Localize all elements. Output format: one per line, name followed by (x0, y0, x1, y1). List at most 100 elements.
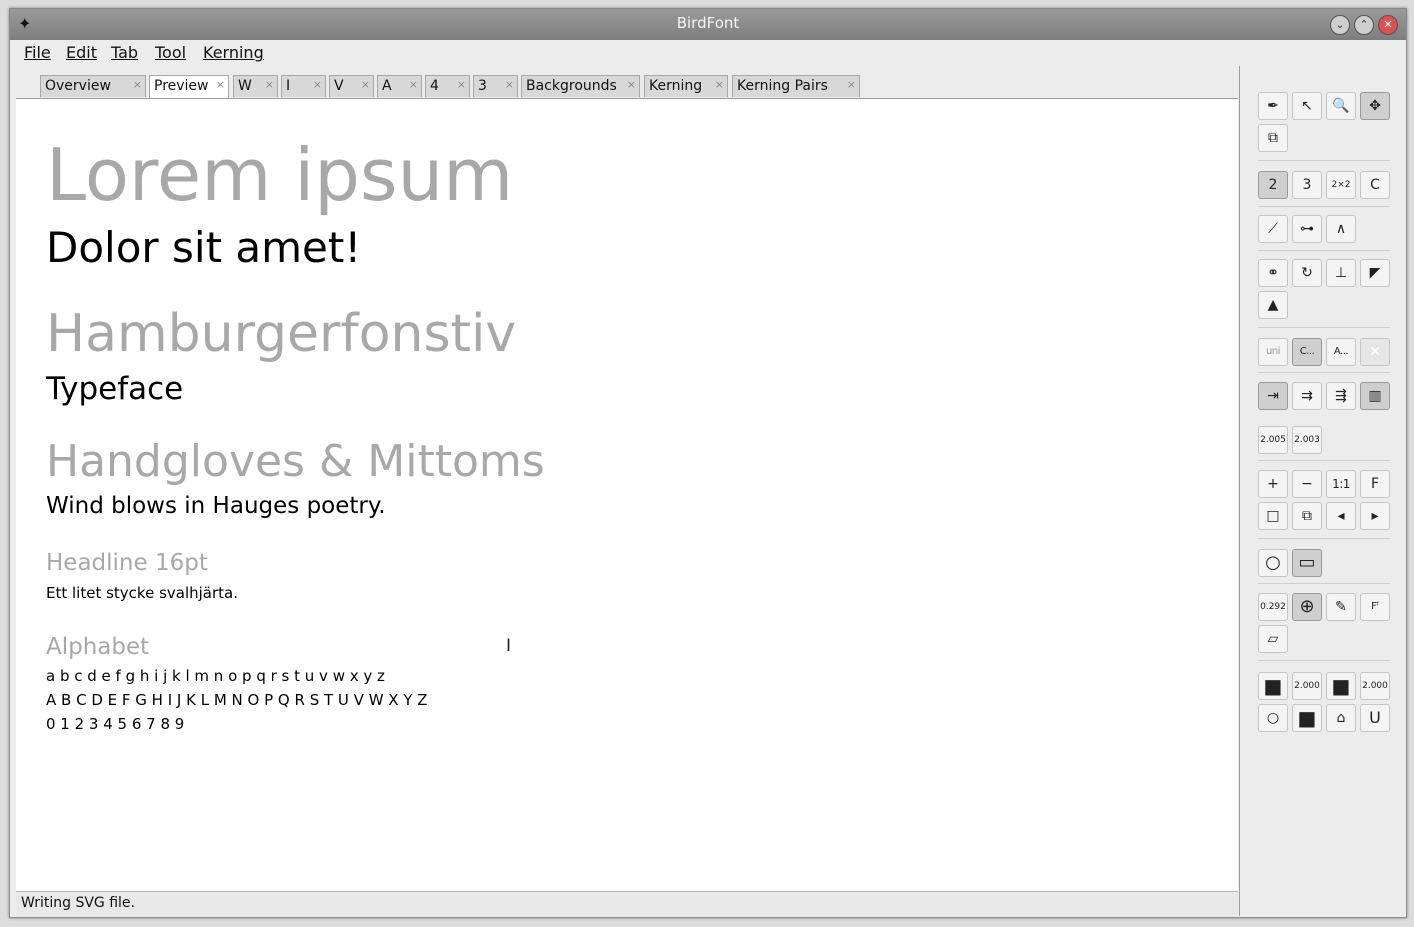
reverse-path-icon[interactable]: ↻ (1292, 259, 1322, 287)
outline-icon[interactable]: ○ (1258, 704, 1288, 732)
toolbox-divider (1258, 460, 1390, 461)
tab-close-icon[interactable]: × (265, 78, 274, 91)
tab-close-icon[interactable]: × (847, 78, 856, 91)
guide-right-icon[interactable]: ⇉ (1292, 382, 1322, 410)
pen-tool-icon[interactable]: ✒ (1258, 92, 1288, 120)
tab-kerning-pairs[interactable]: Kerning Pairs × (732, 75, 860, 97)
handle-curve-icon[interactable]: ∧ (1326, 215, 1356, 243)
move-tool-icon[interactable]: ✥ (1360, 92, 1390, 120)
tab-label: A (382, 78, 392, 94)
eraser-tool-icon[interactable]: ✎ (1326, 593, 1356, 621)
resize-tool-icon[interactable]: ⧉ (1258, 124, 1288, 152)
minimize-button[interactable]: ⌄ (1330, 15, 1350, 35)
knife-tool-icon[interactable]: ▲ (1258, 291, 1288, 319)
zoom-tool-icon[interactable]: 🔍 (1326, 92, 1356, 120)
tab-label: V (334, 78, 344, 94)
link-paths-icon[interactable]: ⚭ (1258, 259, 1288, 287)
zoom-1to1-button[interactable]: 1:1 (1326, 470, 1356, 498)
tab-i[interactable]: I × (281, 75, 326, 97)
preview-line-handgloves: Handgloves & Mittoms (46, 436, 545, 487)
text-cursor-icon: I (506, 636, 512, 656)
transform-value[interactable]: 0.292 (1258, 593, 1288, 621)
zoom-fit-button[interactable]: F (1360, 470, 1390, 498)
grid-width-value[interactable]: 2.005 (1258, 426, 1288, 454)
grid-icon[interactable]: ▥ (1360, 382, 1390, 410)
tab-close-icon[interactable]: × (457, 78, 466, 91)
tab-close-icon[interactable]: × (409, 78, 418, 91)
view-layers-icon[interactable]: ⧉ (1292, 502, 1322, 530)
preview-line-ett-litet: Ett litet stycke svalhjärta. (46, 584, 238, 602)
alphabet-button[interactable]: A... (1326, 338, 1356, 366)
menu-file[interactable]: File (24, 43, 51, 62)
tab-4[interactable]: 4 × (425, 75, 470, 97)
tab-a[interactable]: A × (377, 75, 422, 97)
tab-v[interactable]: V × (329, 75, 374, 97)
tab-w[interactable]: W × (233, 75, 278, 97)
tab-close-icon[interactable]: × (216, 78, 225, 91)
tab-close-icon[interactable]: × (715, 78, 724, 91)
previous-view-icon[interactable]: ◂ (1326, 502, 1356, 530)
preview-line-uppercase: A B C D E F G H I J K L M N O P Q R S T … (46, 691, 428, 709)
skew-tool-icon[interactable]: ▱ (1258, 625, 1288, 653)
menu-tab[interactable]: Tab (111, 43, 138, 62)
status-bar: Writing SVG file. (16, 891, 1238, 916)
tab-close-icon[interactable]: × (505, 78, 514, 91)
tab-3[interactable]: 3 × (473, 75, 518, 97)
menu-edit[interactable]: Edit (66, 43, 97, 62)
preview-line-dolor: Dolor sit amet! (46, 223, 362, 272)
union-icon[interactable]: U (1360, 704, 1390, 732)
zoom-out-button[interactable]: − (1292, 470, 1322, 498)
stroke-width-2-value[interactable]: 2.000 (1360, 672, 1390, 700)
preview-line-digits: 0 1 2 3 4 5 6 7 8 9 (46, 715, 185, 733)
tab-close-icon[interactable]: × (313, 78, 322, 91)
clear-button[interactable]: ✕ (1360, 338, 1390, 366)
menu-kerning[interactable]: Kerning (203, 43, 264, 62)
menu-bar: File Edit Tab Tool Kerning (10, 40, 1406, 66)
next-view-icon[interactable]: ▸ (1360, 502, 1390, 530)
fill-black-icon[interactable]: ■ (1258, 672, 1288, 700)
toolbox-divider (1258, 206, 1390, 207)
menu-tool[interactable]: Tool (155, 43, 186, 62)
tab-backgrounds[interactable]: Backgrounds × (521, 75, 640, 97)
tab-kerning[interactable]: Kerning × (644, 75, 728, 97)
maximize-button[interactable]: ⌃ (1354, 15, 1374, 35)
convert-points-button[interactable]: C (1360, 171, 1390, 199)
close-button[interactable]: ✕ (1378, 15, 1398, 35)
handle-tangent-icon[interactable]: ⟋ (1258, 215, 1288, 243)
tab-close-icon[interactable]: × (133, 78, 142, 91)
rectangle-tool-icon[interactable]: ▭ (1292, 549, 1322, 577)
grid-height-value[interactable]: 2.003 (1292, 426, 1322, 454)
stroke-width-value[interactable]: 2.000 (1292, 672, 1322, 700)
tab-overview[interactable]: Overview × (40, 75, 146, 97)
preview-canvas[interactable]: Lorem ipsum Dolor sit amet! Hamburgerfon… (16, 99, 1238, 891)
tab-bar: Overview × Preview × W × I × V × A × 4 × 3 × Bac… (16, 66, 1238, 99)
tab-close-icon[interactable]: × (627, 78, 636, 91)
preview-line-lorem-ipsum: Lorem ipsum (46, 133, 514, 217)
toolbox-divider (1258, 583, 1390, 584)
zoom-in-button[interactable]: + (1258, 470, 1288, 498)
circle-tool-icon[interactable]: ○ (1258, 549, 1288, 577)
baseline-icon[interactable]: ⊥ (1326, 259, 1356, 287)
fill-black-3-icon[interactable]: ■ (1292, 704, 1322, 732)
quadratic-points-button[interactable]: 2 (1258, 171, 1288, 199)
font-size-icon[interactable]: Fᶠ (1360, 593, 1390, 621)
view-square-icon[interactable]: □ (1258, 502, 1288, 530)
tab-preview[interactable]: Preview × (149, 75, 229, 98)
characters-button[interactable]: C... (1292, 338, 1322, 366)
guide-left-icon[interactable]: ⇥ (1258, 382, 1288, 410)
pointer-tool-icon[interactable]: ↖ (1292, 92, 1322, 120)
stroke-taper-icon[interactable]: ◤ (1360, 259, 1390, 287)
stamp-icon[interactable]: ⌂ (1326, 704, 1356, 732)
handle-line-icon[interactable]: ⊶ (1292, 215, 1322, 243)
tab-label: I (286, 78, 291, 94)
title-bar[interactable]: ✦ BirdFont ⌄ ⌃ ✕ (10, 9, 1406, 40)
cubic-points-button[interactable]: 3 (1292, 171, 1322, 199)
toolbox-divider (1258, 327, 1390, 328)
unicode-button[interactable]: uni (1258, 338, 1288, 366)
toolbox-divider (1258, 250, 1390, 251)
tab-close-icon[interactable]: × (361, 78, 370, 91)
guide-both-icon[interactable]: ⇶ (1326, 382, 1356, 410)
fill-black-2-icon[interactable]: ■ (1326, 672, 1356, 700)
rotate-tool-icon[interactable]: ⊕ (1292, 593, 1322, 621)
double-points-button[interactable]: 2×2 (1326, 171, 1356, 199)
